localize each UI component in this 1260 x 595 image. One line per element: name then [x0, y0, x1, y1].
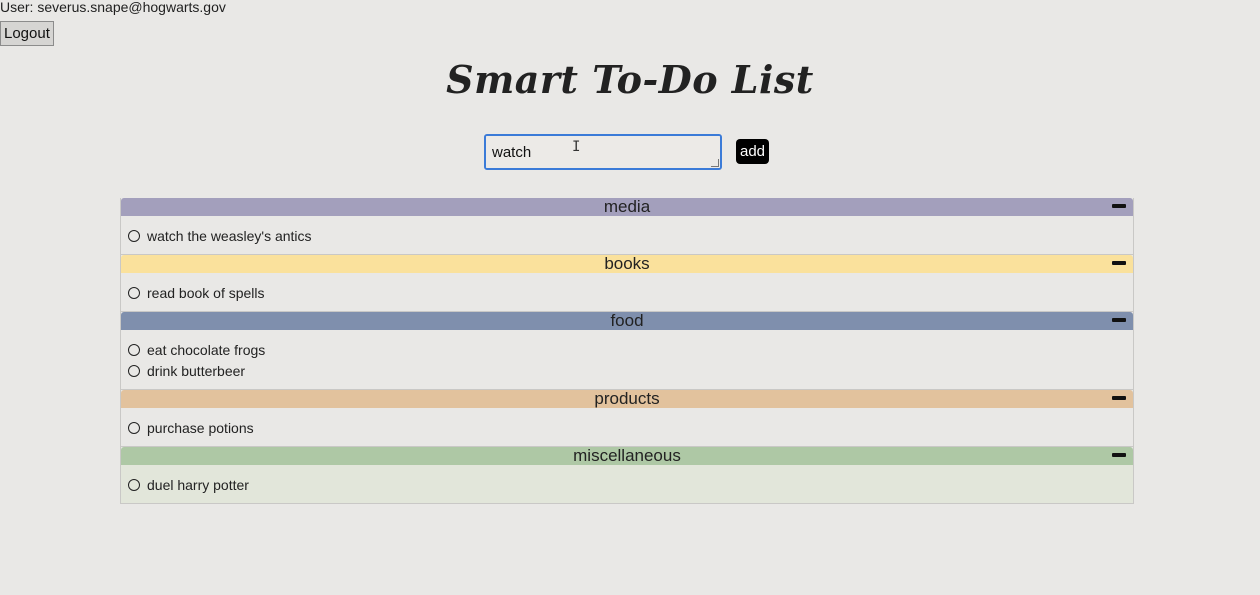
category-products: products purchase potions: [120, 390, 1134, 447]
item-label: drink butterbeer: [147, 362, 246, 379]
item-complete-radio[interactable]: [128, 421, 140, 434]
item-label: duel harry potter: [147, 476, 249, 493]
category-title: food: [610, 311, 644, 330]
text-cursor-icon: I: [572, 139, 581, 155]
category-header: products: [121, 390, 1133, 408]
page-title: Smart To-Do List: [446, 57, 814, 102]
list-item: eat chocolate frogs: [121, 339, 1133, 360]
list-item: duel harry potter: [121, 474, 1133, 495]
item-complete-radio[interactable]: [128, 364, 140, 377]
category-header: miscellaneous: [121, 447, 1133, 465]
item-label: purchase potions: [147, 419, 254, 436]
minus-icon[interactable]: [1112, 396, 1126, 400]
logout-button[interactable]: Logout: [0, 21, 54, 46]
item-complete-radio[interactable]: [128, 229, 140, 242]
item-complete-radio[interactable]: [128, 343, 140, 356]
minus-icon[interactable]: [1112, 261, 1126, 265]
user-email: User: severus.snape@hogwarts.gov: [0, 0, 226, 15]
list-item: drink butterbeer: [121, 360, 1133, 381]
category-title: media: [603, 197, 651, 216]
item-label: watch the weasley's antics: [147, 227, 312, 244]
minus-icon[interactable]: [1112, 318, 1126, 322]
category-food: food eat chocolate frogs drink butterbeer: [120, 312, 1134, 390]
category-title: products: [594, 389, 660, 408]
list-item: read book of spells: [121, 282, 1133, 303]
list-item: watch the weasley's antics: [121, 225, 1133, 246]
category-books: books read book of spells: [120, 255, 1134, 312]
category-header: books: [121, 255, 1133, 273]
category-media: media watch the weasley's antics: [120, 198, 1134, 255]
list-item: purchase potions: [121, 417, 1133, 438]
category-items: eat chocolate frogs drink butterbeer: [121, 330, 1133, 389]
category-header: media: [121, 198, 1133, 216]
category-items: duel harry potter: [121, 465, 1133, 503]
item-complete-radio[interactable]: [128, 286, 140, 299]
category-items: read book of spells: [121, 273, 1133, 311]
category-header: food: [121, 312, 1133, 330]
minus-icon[interactable]: [1112, 204, 1126, 208]
add-button[interactable]: add: [736, 139, 769, 164]
category-title: books: [604, 254, 650, 273]
task-input[interactable]: [484, 134, 722, 170]
item-label: read book of spells: [147, 284, 265, 301]
task-input-wrapper: [484, 134, 722, 170]
minus-icon[interactable]: [1112, 453, 1126, 457]
category-miscellaneous: miscellaneous duel harry potter: [120, 447, 1134, 504]
category-items: watch the weasley's antics: [121, 216, 1133, 254]
item-label: eat chocolate frogs: [147, 341, 266, 358]
category-items: purchase potions: [121, 408, 1133, 446]
category-list: media watch the weasley's antics books read…: [120, 198, 1134, 504]
item-complete-radio[interactable]: [128, 478, 140, 491]
category-title: miscellaneous: [573, 446, 681, 465]
